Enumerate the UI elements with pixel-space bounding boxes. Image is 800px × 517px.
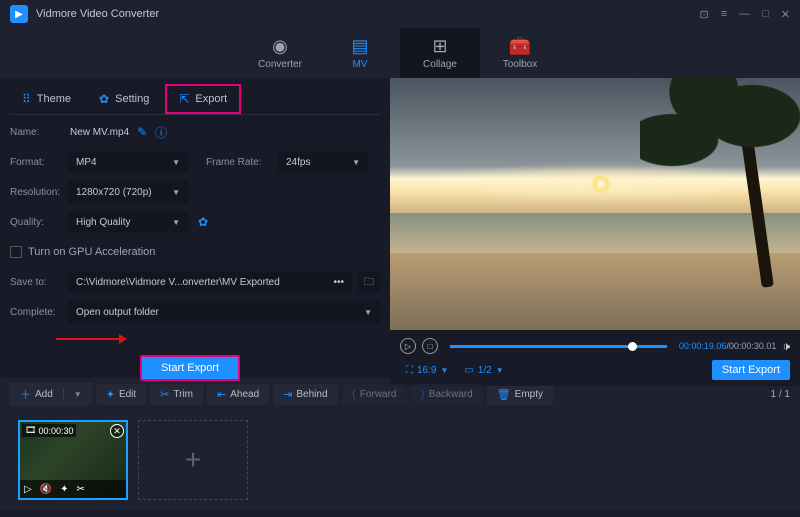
- empty-button[interactable]: 🗑Empty: [487, 384, 553, 405]
- time-display: 00:00:19.06/00:00:30.01: [679, 341, 777, 351]
- wand-icon: ✦: [106, 388, 115, 401]
- clip-thumbnail[interactable]: 🎞00:00:30 ✕ ▷ 🔇 ✦ ✂: [18, 420, 128, 500]
- tab-collage[interactable]: ⊞ Collage: [400, 28, 480, 78]
- converter-icon: ◉: [272, 36, 288, 57]
- app-title: Vidmore Video Converter: [36, 8, 699, 20]
- close-icon[interactable]: ✕: [781, 8, 790, 21]
- saveto-label: Save to:: [10, 277, 68, 288]
- tab-converter[interactable]: ◉ Converter: [240, 28, 320, 78]
- tab-toolbox[interactable]: 🧰 Toolbox: [480, 28, 560, 78]
- complete-select[interactable]: Open output folder▼: [68, 301, 380, 323]
- aspect-icon: ⛶: [406, 365, 413, 376]
- add-clip-button[interactable]: +: [138, 420, 248, 500]
- scale-select[interactable]: ▭1/2▼: [458, 365, 509, 376]
- gpu-label: Turn on GPU Acceleration: [28, 246, 155, 258]
- clip-trim-icon[interactable]: ✂: [77, 484, 85, 495]
- collage-icon: ⊞: [432, 36, 447, 57]
- gear-icon: ✿: [99, 92, 109, 106]
- ahead-icon: ⇤: [217, 388, 226, 401]
- quality-label: Quality:: [10, 217, 68, 228]
- progress-bar[interactable]: [450, 345, 667, 348]
- edit-name-icon[interactable]: ✎: [137, 125, 147, 139]
- chevron-down-icon: ▼: [172, 218, 180, 227]
- forward-icon: ⟨: [352, 388, 356, 401]
- tab-mv[interactable]: ▤ MV: [320, 28, 400, 78]
- chevron-down-icon: ▼: [172, 158, 180, 167]
- preview-panel: ▷ □ 00:00:19.06/00:00:30.01 🕩 ⛶16:9▼ ▭1/…: [390, 78, 800, 378]
- film-icon: 🎞: [25, 425, 36, 436]
- clip-mute-icon[interactable]: 🔇: [40, 484, 52, 495]
- chevron-down-icon: ▼: [172, 188, 180, 197]
- subtab-setting[interactable]: ✿Setting: [87, 84, 161, 114]
- start-export-button[interactable]: Start Export: [140, 355, 240, 381]
- name-value[interactable]: New MV.mp4: [70, 127, 129, 138]
- plus-icon: ＋: [20, 386, 31, 402]
- edit-button[interactable]: ✦Edit: [96, 384, 146, 405]
- subtab-theme[interactable]: ⠿Theme: [10, 84, 83, 114]
- clip-play-icon[interactable]: ▷: [24, 484, 32, 495]
- backward-button[interactable]: ⟩Backward: [411, 384, 483, 405]
- scissors-icon: ✂: [160, 388, 169, 401]
- saveto-path[interactable]: C:\Vidmore\Vidmore V...onverter\MV Expor…: [68, 271, 352, 293]
- clip-edit-icon[interactable]: ✦: [60, 484, 68, 495]
- main-tabs: ◉ Converter ▤ MV ⊞ Collage 🧰 Toolbox: [0, 28, 800, 78]
- remove-clip-icon[interactable]: ✕: [110, 424, 124, 438]
- add-button[interactable]: ＋Add▼: [10, 382, 92, 406]
- resolution-select[interactable]: 1280x720 (720p)▼: [68, 181, 188, 203]
- trash-icon: 🗑: [497, 388, 511, 401]
- backward-icon: ⟩: [421, 388, 425, 401]
- video-preview[interactable]: [390, 78, 800, 330]
- framerate-select[interactable]: 24fps▼: [278, 151, 368, 173]
- forward-button[interactable]: ⟨Forward: [342, 384, 407, 405]
- info-icon[interactable]: ⓘ: [155, 124, 167, 141]
- behind-button[interactable]: ⇥Behind: [273, 384, 337, 405]
- format-select[interactable]: MP4▼: [68, 151, 188, 173]
- theme-icon: ⠿: [22, 92, 31, 106]
- behind-icon: ⇥: [283, 388, 292, 401]
- annotation-arrow: [56, 338, 126, 340]
- start-export-button-right[interactable]: Start Export: [712, 360, 790, 380]
- timeline: 🎞00:00:30 ✕ ▷ 🔇 ✦ ✂ +: [0, 410, 800, 510]
- quality-gear-icon[interactable]: ✿: [198, 215, 208, 229]
- clip-duration: 🎞00:00:30: [22, 424, 76, 437]
- menu-icon[interactable]: ≡: [721, 8, 727, 21]
- stop-button[interactable]: □: [422, 338, 438, 354]
- name-label: Name:: [10, 127, 68, 138]
- complete-label: Complete:: [10, 307, 68, 318]
- subtab-export[interactable]: ⇱Export: [165, 84, 241, 114]
- ahead-button[interactable]: ⇤Ahead: [207, 384, 269, 405]
- chevron-down-icon: ▼: [440, 366, 448, 375]
- chevron-down-icon: ▼: [364, 308, 372, 317]
- framerate-label: Frame Rate:: [206, 157, 278, 168]
- app-logo-icon: ▶: [10, 5, 28, 23]
- open-folder-icon[interactable]: 🗀: [358, 271, 380, 293]
- settings-panel: ⠿Theme ✿Setting ⇱Export Name: New MV.mp4…: [0, 78, 390, 378]
- volume-icon[interactable]: 🕩: [782, 339, 790, 354]
- titlebar: ▶ Vidmore Video Converter ⊡ ≡ — □ ✕: [0, 0, 800, 28]
- chevron-down-icon: ▼: [352, 158, 360, 167]
- quality-select[interactable]: High Quality▼: [68, 211, 188, 233]
- minimize-icon[interactable]: —: [739, 8, 750, 21]
- format-label: Format:: [10, 157, 68, 168]
- mv-icon: ▤: [351, 36, 368, 57]
- maximize-icon[interactable]: □: [762, 8, 769, 21]
- page-counter: 1 / 1: [771, 389, 790, 400]
- play-button[interactable]: ▷: [400, 338, 416, 354]
- scale-icon: ▭: [464, 365, 473, 376]
- trim-button[interactable]: ✂Trim: [150, 384, 203, 405]
- aspect-select[interactable]: ⛶16:9▼: [400, 365, 454, 376]
- feedback-icon[interactable]: ⊡: [699, 8, 708, 21]
- resolution-label: Resolution:: [10, 187, 68, 198]
- gpu-checkbox[interactable]: [10, 246, 22, 258]
- chevron-down-icon: ▼: [74, 390, 82, 399]
- toolbox-icon: 🧰: [509, 36, 531, 57]
- export-icon: ⇱: [179, 92, 189, 106]
- chevron-down-icon: ▼: [496, 366, 504, 375]
